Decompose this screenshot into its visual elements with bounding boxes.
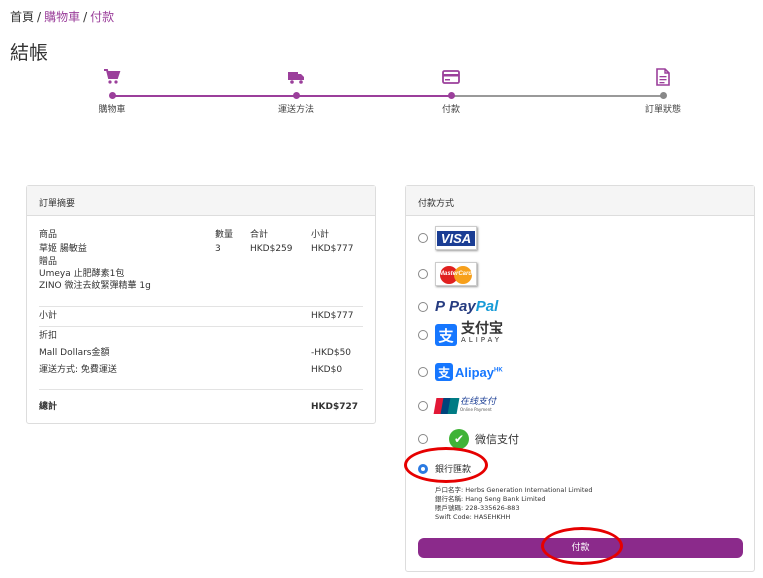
alipayhk-icon: 支 [435, 363, 453, 381]
radio-wechat[interactable] [418, 434, 428, 444]
header-total: 合計 [250, 230, 269, 240]
subtotal-row: 小計 HKD$777 [39, 311, 363, 322]
bank-account-number: 賬戶號碼: 228-335626-883 [435, 504, 520, 512]
grand-total-row: 總計 HKD$727 [39, 402, 363, 413]
truck-icon [288, 72, 304, 84]
item-total: HKD$259 [250, 244, 293, 254]
gift-item: ZINO 微注去紋緊彈精華 1g [39, 281, 151, 291]
radio-visa[interactable] [418, 233, 428, 243]
radio-mastercard[interactable] [418, 269, 428, 279]
shipping-row: 運送方式: 免費運送 HKD$0 [39, 365, 363, 376]
radio-alipayhk[interactable] [418, 367, 428, 377]
gift-item: Umeya 止肥酵素1包 [39, 269, 125, 279]
payment-option-visa[interactable]: VISA [418, 226, 477, 250]
item-subtotal: HKD$777 [311, 244, 354, 254]
step-cart: 購物車 [67, 64, 157, 115]
document-icon [656, 68, 670, 86]
step-dot [109, 92, 116, 99]
header-qty: 數量 [215, 230, 234, 240]
divider [39, 306, 363, 307]
header-product: 商品 [39, 230, 58, 240]
breadcrumb-current: 付款 [90, 10, 115, 24]
radio-alipay[interactable] [418, 330, 428, 340]
payment-option-paypal[interactable]: P Pay Pal [418, 298, 498, 315]
breadcrumb-separator: / [37, 10, 42, 24]
checkout-stepper: 購物車 運送方法 付款 訂單狀態 [0, 64, 763, 124]
cart-icon [104, 69, 121, 84]
discount-label: 折扣 [39, 331, 58, 341]
payment-option-mastercard[interactable]: MasterCard [418, 262, 477, 286]
grand-total-label: 總計 [39, 402, 58, 412]
credit-card-icon [442, 70, 460, 84]
wechat-pay-logo: ✔ 微信支付 [435, 429, 519, 449]
divider [39, 326, 363, 327]
alipayhk-logo: 支 AlipayHK [435, 363, 503, 381]
payment-method-title: 付款方式 [406, 186, 754, 216]
order-summary-title: 訂單摘要 [27, 186, 375, 216]
unionpay-logo: 在线支付 Online Payment [433, 398, 496, 414]
radio-paypal[interactable] [418, 301, 428, 312]
payment-option-alipay[interactable]: 支 支付宝 ALIPAY [418, 322, 503, 346]
table-row: 草姬 腸敏益 3 HKD$259 HKD$777 [39, 244, 363, 255]
mall-dollars-value: -HKD$50 [311, 348, 352, 358]
bank-transfer-label: 銀行匯款 [435, 465, 472, 475]
summary-header-row: 商品 數量 合計 小計 [39, 230, 363, 241]
pay-button[interactable]: 付款 [418, 538, 743, 558]
step-payment: 付款 [406, 64, 496, 115]
breadcrumb: 首頁 / 購物車 / 付款 [10, 8, 114, 25]
subtotal-label: 小計 [39, 311, 58, 321]
subtotal-value: HKD$777 [311, 311, 354, 321]
unionpay-icon [433, 398, 460, 414]
payment-option-bank-transfer[interactable]: 銀行匯款 [418, 462, 471, 475]
mall-dollars-row: Mall Dollars金額 -HKD$50 [39, 348, 363, 359]
gift-title: 贈品 [39, 257, 58, 267]
radio-unionpay[interactable] [418, 401, 428, 411]
step-order-status: 訂單狀態 [618, 64, 708, 115]
visa-logo: VISA [435, 226, 477, 250]
mastercard-logo: MasterCard [435, 262, 477, 286]
breadcrumb-cart[interactable]: 購物車 [44, 10, 80, 24]
breadcrumb-separator: / [83, 10, 88, 24]
payment-option-wechat[interactable]: ✔ 微信支付 [418, 429, 519, 449]
alipay-icon: 支 [435, 324, 457, 346]
mall-dollars-label: Mall Dollars金額 [39, 348, 110, 358]
payment-method-card: 付款方式 VISA MasterCard P Pay Pal 支 支付宝 ALIPAY… [405, 185, 755, 572]
payment-option-alipayhk[interactable]: 支 AlipayHK [418, 363, 503, 381]
header-subtotal: 小計 [311, 230, 330, 240]
divider [39, 389, 363, 390]
item-qty: 3 [215, 244, 221, 254]
step-shipping: 運送方法 [251, 64, 341, 115]
bank-account-name: 戶口名字: Herbs Generation International Lim… [435, 486, 593, 494]
step-label: 付款 [441, 105, 460, 115]
step-dot [660, 92, 667, 99]
shipping-value: HKD$0 [311, 365, 343, 375]
breadcrumb-home[interactable]: 首頁 [10, 10, 34, 24]
bank-name: 銀行名稱: Hang Seng Bank Limited [435, 495, 546, 503]
grand-total-value: HKD$727 [311, 402, 359, 412]
item-name: 草姬 腸敏益 [39, 244, 87, 254]
checkmark-icon: ✔ [449, 429, 469, 449]
paypal-logo: P Pay Pal [435, 298, 499, 315]
step-label: 訂單狀態 [644, 105, 681, 115]
step-dot [293, 92, 300, 99]
step-label: 購物車 [98, 105, 126, 115]
payment-option-unionpay[interactable]: 在线支付 Online Payment [418, 398, 496, 414]
order-summary-card: 訂單摘要 商品 數量 合計 小計 草姬 腸敏益 3 HKD$259 HKD$77… [26, 185, 376, 424]
shipping-label: 運送方式: 免費運送 [39, 365, 117, 375]
page-title: 結帳 [10, 42, 49, 64]
bank-swift-code: Swift Code: HASEHKHH [435, 513, 511, 521]
bank-transfer-details: 戶口名字: Herbs Generation International Lim… [435, 486, 593, 522]
radio-bank-transfer[interactable] [418, 463, 428, 474]
alipay-logo: 支 支付宝 ALIPAY [435, 322, 503, 346]
step-label: 運送方法 [277, 105, 314, 115]
step-dot [448, 92, 455, 99]
